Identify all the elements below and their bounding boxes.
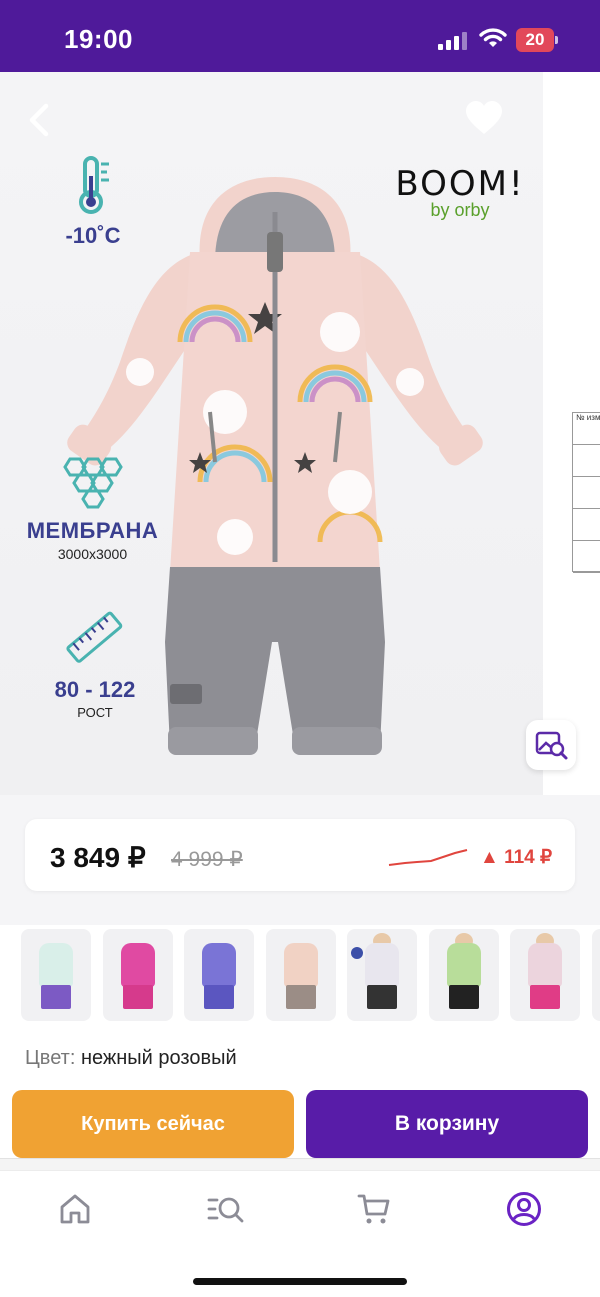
back-button[interactable]	[22, 100, 58, 140]
image-search-icon	[535, 731, 568, 760]
ruler-icon	[66, 611, 123, 663]
price-change: ▲ 114 ₽	[480, 847, 553, 868]
color-thumbnail-soft-pink[interactable]	[266, 929, 336, 1021]
bottom-nav	[0, 1170, 600, 1297]
honeycomb-icon	[62, 457, 123, 509]
cart-icon[interactable]	[356, 1191, 392, 1227]
thermometer-icon	[79, 156, 109, 214]
cellular-signal-icon	[438, 32, 468, 50]
current-price: 3 849 ₽	[50, 842, 146, 873]
old-price: 4 999 ₽	[171, 848, 243, 871]
price-section: 3 849 ₽ 4 999 ₽ ▲ 114 ₽	[0, 795, 600, 925]
brand-name: BOOM!	[395, 164, 525, 204]
image-search-button[interactable]	[526, 720, 576, 770]
color-thumbnail-pink[interactable]	[103, 929, 173, 1021]
battery-level: 20	[516, 28, 554, 52]
color-thumbnail-photo-green[interactable]	[429, 929, 499, 1021]
favorite-heart-icon[interactable]	[464, 100, 504, 136]
price-card[interactable]: 3 849 ₽ 4 999 ₽ ▲ 114 ₽	[25, 819, 575, 891]
color-thumbnail-mint[interactable]	[21, 929, 91, 1021]
buy-now-button[interactable]: Купить сейчас	[12, 1090, 294, 1158]
next-product-photo-peek[interactable]: № изм	[543, 72, 600, 795]
temperature-badge: -10˚C	[58, 156, 128, 249]
color-info: Цвет: нежный розовый	[25, 1047, 237, 1070]
battery-icon: 20	[516, 28, 558, 52]
height-badge: 80 - 122 РОСТ	[40, 610, 150, 720]
price-trend-chart	[388, 849, 468, 866]
color-value: нежный розовый	[80, 1047, 237, 1069]
membrane-badge: МЕМБРАНА 3000x3000	[20, 457, 165, 562]
temperature-text: -10˚C	[65, 223, 121, 248]
color-variant-thumbnails	[0, 925, 600, 1030]
height-label: РОСТ	[77, 705, 113, 720]
status-bar: 19:00 20	[0, 0, 600, 72]
membrane-rating: 3000x3000	[57, 546, 128, 562]
status-time: 19:00	[64, 24, 133, 54]
wifi-icon	[479, 28, 507, 47]
home-indicator	[193, 1278, 407, 1285]
color-label: Цвет:	[25, 1047, 76, 1069]
height-range: 80 - 122	[54, 677, 136, 702]
share-icon[interactable]	[542, 96, 582, 140]
video-play-icon	[351, 947, 363, 959]
size-table-header: № изм	[573, 413, 600, 445]
profile-icon[interactable]	[506, 1191, 542, 1227]
color-thumbnail-photo-white[interactable]	[347, 929, 417, 1021]
size-table: № изм	[572, 412, 600, 573]
color-thumbnail-purple[interactable]	[184, 929, 254, 1021]
brand-logo: BOOM! by orby	[395, 164, 525, 221]
add-to-cart-button[interactable]: В корзину	[306, 1090, 588, 1158]
membrane-title: МЕМБРАНА	[26, 518, 159, 543]
color-thumbnail-more[interactable]	[592, 929, 600, 1021]
color-thumbnail-photo-pink[interactable]	[510, 929, 580, 1021]
catalog-search-icon[interactable]	[206, 1191, 246, 1227]
action-bar: Купить сейчас В корзину	[0, 1088, 600, 1160]
home-icon[interactable]	[57, 1191, 93, 1227]
product-image-gallery[interactable]: № изм -10˚C МЕМБРАНА 3000x3000 80 - 122 …	[0, 72, 600, 795]
